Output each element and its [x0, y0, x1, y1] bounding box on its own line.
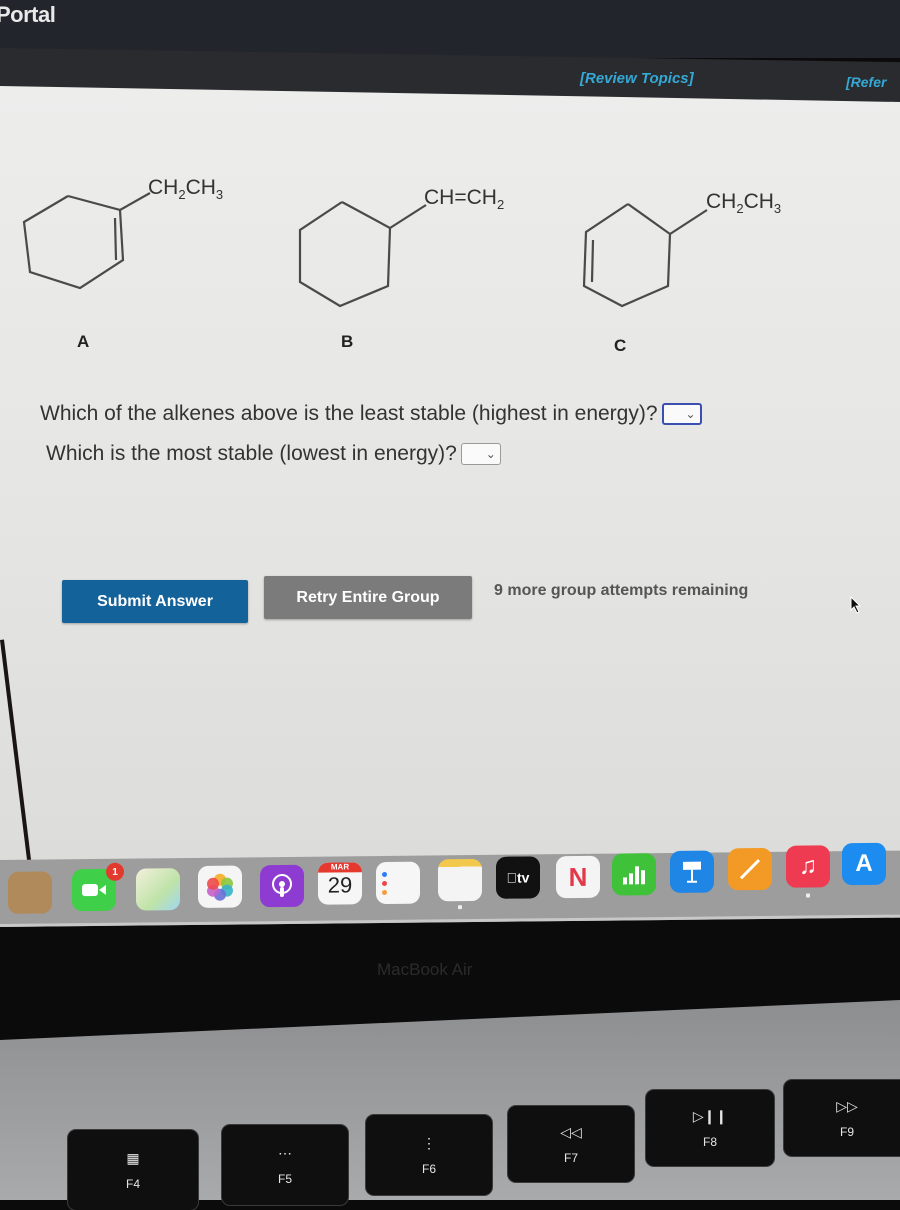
- portal-title: Portal: [0, 2, 55, 28]
- rewind-icon: ◁◁: [560, 1124, 582, 1141]
- pencil-icon: [737, 856, 763, 882]
- dock-tv-icon[interactable]: tv: [496, 856, 540, 898]
- question-least-stable: Which of the alkenes above is the least …: [40, 402, 702, 426]
- device-brand-label: MacBook Air: [377, 960, 472, 980]
- facetime-notification-badge: 1: [106, 863, 124, 881]
- molecule-a-label: A: [77, 332, 89, 352]
- chevron-down-icon: ⌄: [685, 407, 695, 421]
- dock-maps-icon[interactable]: [136, 868, 180, 910]
- molecule-b-substituent: CH=CH2: [424, 186, 504, 212]
- dock-news-icon[interactable]: N: [556, 856, 600, 898]
- reminder-dot-red: [382, 880, 387, 885]
- molecule-a-structure: [20, 190, 150, 310]
- molecule-c: [582, 202, 722, 317]
- chevron-down-icon: ⌄: [486, 447, 496, 461]
- keyboard-brightness-down-icon: ⋯: [278, 1145, 292, 1162]
- key-f7[interactable]: ◁◁ F7: [508, 1106, 634, 1182]
- least-stable-dropdown[interactable]: ⌄: [662, 403, 702, 425]
- dock-app-store-icon[interactable]: A: [842, 843, 886, 885]
- music-running-indicator: [806, 894, 810, 898]
- podium-icon: [679, 859, 705, 885]
- dock-music-icon[interactable]: ♫: [786, 845, 830, 887]
- apple-tv-label: tv: [507, 869, 530, 885]
- question-least-stable-text: Which of the alkenes above is the least …: [40, 402, 658, 426]
- review-topics-link[interactable]: [Review Topics]: [580, 70, 694, 87]
- mouse-pointer-icon: [850, 596, 862, 614]
- molecule-b-label: B: [341, 332, 353, 352]
- key-f4[interactable]: ▦ F4: [68, 1130, 198, 1210]
- molecule-a-substituent: CH2CH3: [148, 176, 223, 202]
- bar-chart-icon: [621, 863, 647, 885]
- submit-answer-button[interactable]: Submit Answer: [62, 580, 248, 623]
- references-link[interactable]: [Refer: [846, 74, 886, 90]
- molecule-c-label: C: [614, 336, 626, 356]
- news-n-icon: N: [569, 861, 588, 892]
- keyboard-brightness-up-icon: ⋮: [422, 1135, 436, 1152]
- reminder-dot-orange: [382, 889, 387, 894]
- dock-notes-icon[interactable]: [438, 859, 482, 901]
- molecule-c-substituent: CH2CH3: [706, 190, 781, 216]
- key-f9[interactable]: ▷▷ F9: [784, 1080, 900, 1156]
- dock-reminders-icon[interactable]: [376, 862, 420, 904]
- molecule-a: [20, 190, 150, 315]
- key-f6[interactable]: ⋮ F6: [366, 1115, 492, 1195]
- molecule-b: [298, 198, 428, 313]
- dock-contacts-icon[interactable]: [8, 871, 52, 913]
- app-store-a-icon: A: [855, 850, 872, 878]
- launchpad-icon: ▦: [126, 1150, 139, 1167]
- photos-flower-icon: [205, 872, 235, 902]
- calendar-month: MAR: [318, 862, 362, 872]
- reminder-dot-blue: [382, 871, 387, 876]
- fast-forward-icon: ▷▷: [836, 1098, 858, 1115]
- dock-pages-icon[interactable]: [728, 848, 772, 890]
- retry-entire-group-button[interactable]: Retry Entire Group: [264, 576, 472, 619]
- dock-keynote-icon[interactable]: [670, 851, 714, 893]
- question-most-stable-text: Which is the most stable (lowest in ener…: [46, 442, 457, 466]
- podcast-icon: [269, 873, 295, 899]
- question-most-stable: Which is the most stable (lowest in ener…: [46, 442, 501, 466]
- key-f5[interactable]: ⋯ F5: [222, 1125, 348, 1205]
- molecule-c-structure: [582, 202, 722, 312]
- music-note-icon: ♫: [799, 852, 817, 880]
- video-camera-icon: [81, 882, 107, 898]
- calendar-day: 29: [328, 872, 352, 898]
- key-f8[interactable]: ▷❙❙ F8: [646, 1090, 774, 1166]
- molecule-b-structure: [298, 198, 428, 308]
- dock-calendar-icon[interactable]: MAR 29: [318, 862, 362, 904]
- dock-numbers-icon[interactable]: [612, 853, 656, 895]
- notes-running-indicator: [458, 905, 462, 909]
- dock-podcasts-icon[interactable]: [260, 865, 304, 907]
- attempts-remaining-text: 9 more group attempts remaining: [494, 582, 748, 600]
- most-stable-dropdown[interactable]: ⌄: [461, 443, 501, 465]
- play-pause-icon: ▷❙❙: [693, 1108, 727, 1125]
- macos-dock: 1 MAR 29 tv N ♫ A: [0, 851, 900, 927]
- dock-photos-icon[interactable]: [198, 865, 242, 907]
